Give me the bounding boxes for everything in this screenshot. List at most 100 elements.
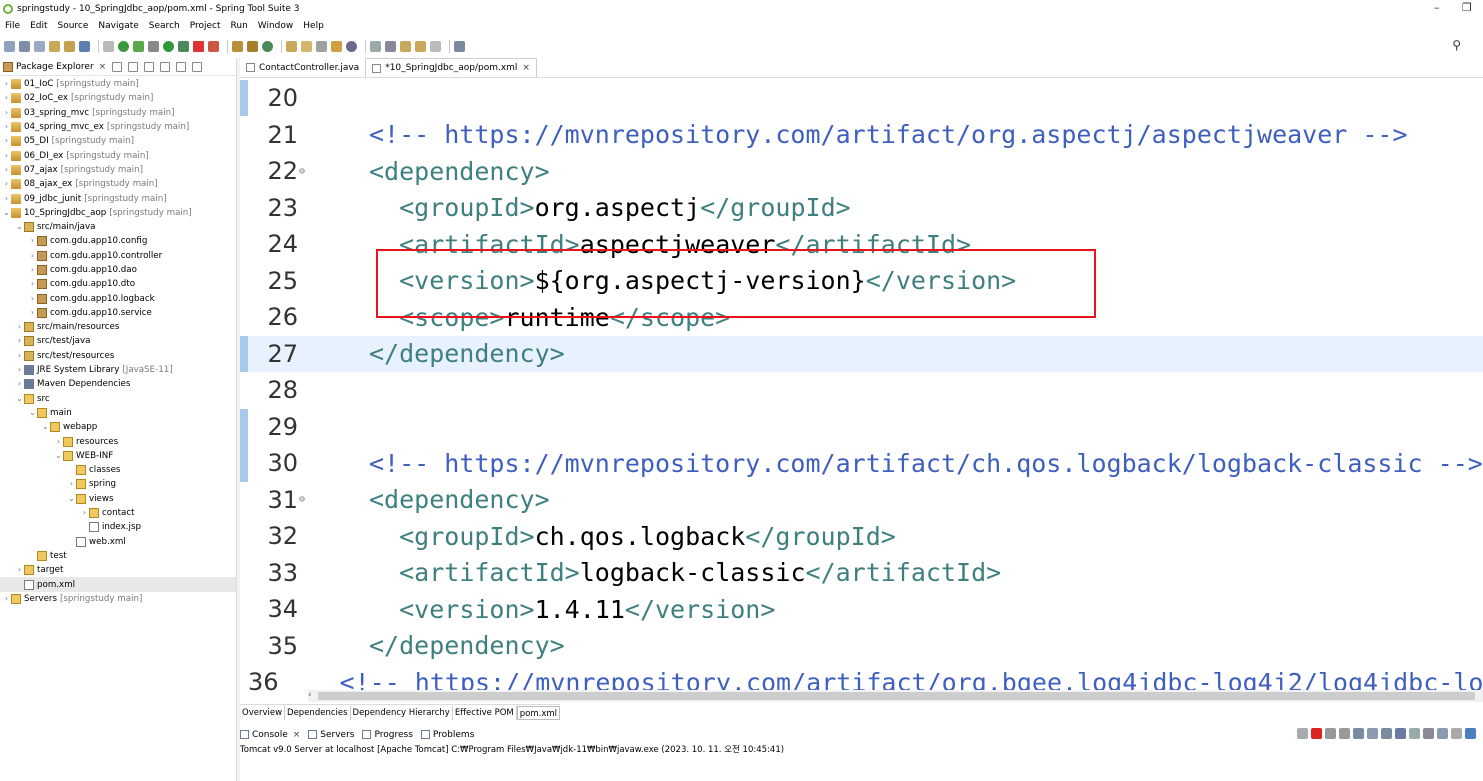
close-icon[interactable]: × [99,62,107,72]
folder-icon[interactable] [301,40,312,52]
tree-item[interactable]: › com.gdu.app10.dto [0,277,236,291]
code-line[interactable]: 29 [248,409,1483,446]
forward-icon[interactable] [430,40,441,52]
tree-item[interactable]: › 01_IoC [springstudy main] [0,77,236,91]
close-icon[interactable]: × [293,730,301,740]
menu-run[interactable]: Run [226,21,253,31]
scroll-left-arrow-icon[interactable]: ‹ [308,690,312,700]
console-tab[interactable]: Servers [308,730,354,740]
new-package-icon[interactable] [247,40,258,52]
tree-item[interactable]: › src/test/resources [0,349,236,363]
chevron-icon[interactable]: › [2,106,11,120]
close-icon[interactable]: × [522,63,530,73]
spring-boot-icon[interactable] [118,40,129,52]
tree-item[interactable]: › target [0,563,236,577]
code-line[interactable]: 30 <!-- https://mvnrepository.com/artifac… [248,445,1483,482]
chevron-icon[interactable]: › [54,435,63,449]
restore-button[interactable]: ❐ [1462,1,1472,14]
chevron-icon[interactable]: › [2,163,11,177]
chevron-icon[interactable]: › [67,477,76,491]
menu-file[interactable]: File [0,21,25,31]
display-console-icon[interactable] [1423,728,1434,739]
menu-project[interactable]: Project [185,21,226,31]
chevron-icon[interactable]: ⌄ [2,206,11,220]
scrollbar-thumb[interactable] [318,692,1475,700]
console-tab[interactable]: Console × [240,730,300,740]
save-all-icon[interactable] [34,40,45,52]
tree-item[interactable]: › resources [0,434,236,448]
remove-launch-icon[interactable] [1325,728,1336,739]
menu-source[interactable]: Source [53,21,94,31]
show-stderr-icon[interactable] [1395,728,1406,739]
tree-item[interactable]: › src/test/java [0,334,236,348]
tree-item[interactable]: › JRE System Library [JavaSE-11] [0,363,236,377]
tree-item[interactable]: test [0,549,236,563]
show-stdout-icon[interactable] [1381,728,1392,739]
xml-editor[interactable]: 20 21 <!-- https://mvnrepository.com/artif… [248,80,1483,691]
editor-tab[interactable]: *10_SpringJdbc_aop/pom.xml × [365,58,537,77]
task-icon[interactable] [331,40,342,52]
tree-item[interactable]: › com.gdu.app10.service [0,306,236,320]
code-line[interactable]: 28 [248,372,1483,409]
tree-item[interactable]: classes [0,463,236,477]
skip-icon[interactable] [103,40,114,52]
external-tools-icon[interactable] [208,40,219,52]
refresh-icon[interactable] [133,40,144,52]
tree-item[interactable]: ⌄ src [0,392,236,406]
pom-tab[interactable]: pom.xml [516,705,561,720]
globe-icon[interactable] [346,40,357,52]
tree-item[interactable]: › 07_ajax [springstudy main] [0,163,236,177]
chevron-icon[interactable]: ⌄ [28,406,37,420]
code-line[interactable]: 32 <groupId>ch.qos.logback</groupId> [248,518,1483,555]
minimize-button[interactable]: – [1434,1,1440,14]
chevron-icon[interactable]: › [28,263,37,277]
chevron-icon[interactable]: › [2,592,11,606]
chevron-icon[interactable]: ⌄ [41,420,50,434]
code-line[interactable]: 36 <!-- https://mvnrepository.com/artifac… [248,664,1483,691]
pom-tab[interactable]: Dependency Hierarchy [351,705,453,720]
stop-icon[interactable] [193,40,204,52]
chevron-icon[interactable]: › [15,363,24,377]
scroll-lock-icon[interactable] [1353,728,1364,739]
console-tab[interactable]: Progress [362,730,413,740]
chevron-icon[interactable]: › [2,91,11,105]
code-line[interactable]: 24 <artifactId>aspectjweaver</artifactId… [248,226,1483,263]
tree-item[interactable]: ⌄ webapp [0,420,236,434]
horizontal-scrollbar[interactable]: ‹ [308,690,1483,702]
tree-item[interactable]: › 05_DI [springstudy main] [0,134,236,148]
code-line[interactable]: 26 <scope>runtime</scope> [248,299,1483,336]
code-line[interactable]: 22 ⊖ <dependency> [248,153,1483,190]
chevron-icon[interactable]: › [15,563,24,577]
pin-editor-icon[interactable] [454,40,465,52]
tree-item[interactable]: › contact [0,506,236,520]
terminate-icon[interactable] [1311,728,1322,739]
pin-console-icon[interactable] [1409,728,1420,739]
code-line[interactable]: 31 ⊖ <dependency> [248,482,1483,519]
maximize-console-icon[interactable] [1465,728,1476,739]
chevron-icon[interactable]: › [2,134,11,148]
tree-item[interactable]: › 08_ajax_ex [springstudy main] [0,177,236,191]
view-menu-icon[interactable] [1451,728,1462,739]
code-line[interactable]: 34 <version>1.4.11</version> [248,591,1483,628]
chevron-icon[interactable]: › [28,292,37,306]
chevron-icon[interactable]: › [28,249,37,263]
tree-item[interactable]: › Servers [springstudy main] [0,592,236,606]
maximize-view-icon[interactable] [192,61,203,72]
word-wrap-icon[interactable] [1367,728,1378,739]
tree-item[interactable]: ⌄ 10_SpringJdbc_aop [springstudy main] [0,206,236,220]
package-explorer-tab[interactable]: Package Explorer × [0,58,236,76]
menu-window[interactable]: Window [253,21,299,31]
chevron-icon[interactable]: › [2,149,11,163]
fold-toggle-icon[interactable]: ⊖ [299,494,309,505]
code-line[interactable]: 23 <groupId>org.aspectj</groupId> [248,190,1483,227]
chevron-icon[interactable]: › [15,320,24,334]
view-menu-icon[interactable] [160,61,171,72]
chevron-icon[interactable]: ⌄ [15,220,24,234]
code-line[interactable]: 20 [248,80,1483,117]
code-line[interactable]: 25 <version>${org.aspectj-version}</vers… [248,263,1483,300]
tree-item[interactable]: › com.gdu.app10.logback [0,291,236,305]
menu-edit[interactable]: Edit [25,21,52,31]
tree-item[interactable]: ⌄ WEB-INF [0,449,236,463]
chevron-icon[interactable]: › [15,377,24,391]
pom-tab[interactable]: Effective POM [453,705,517,720]
